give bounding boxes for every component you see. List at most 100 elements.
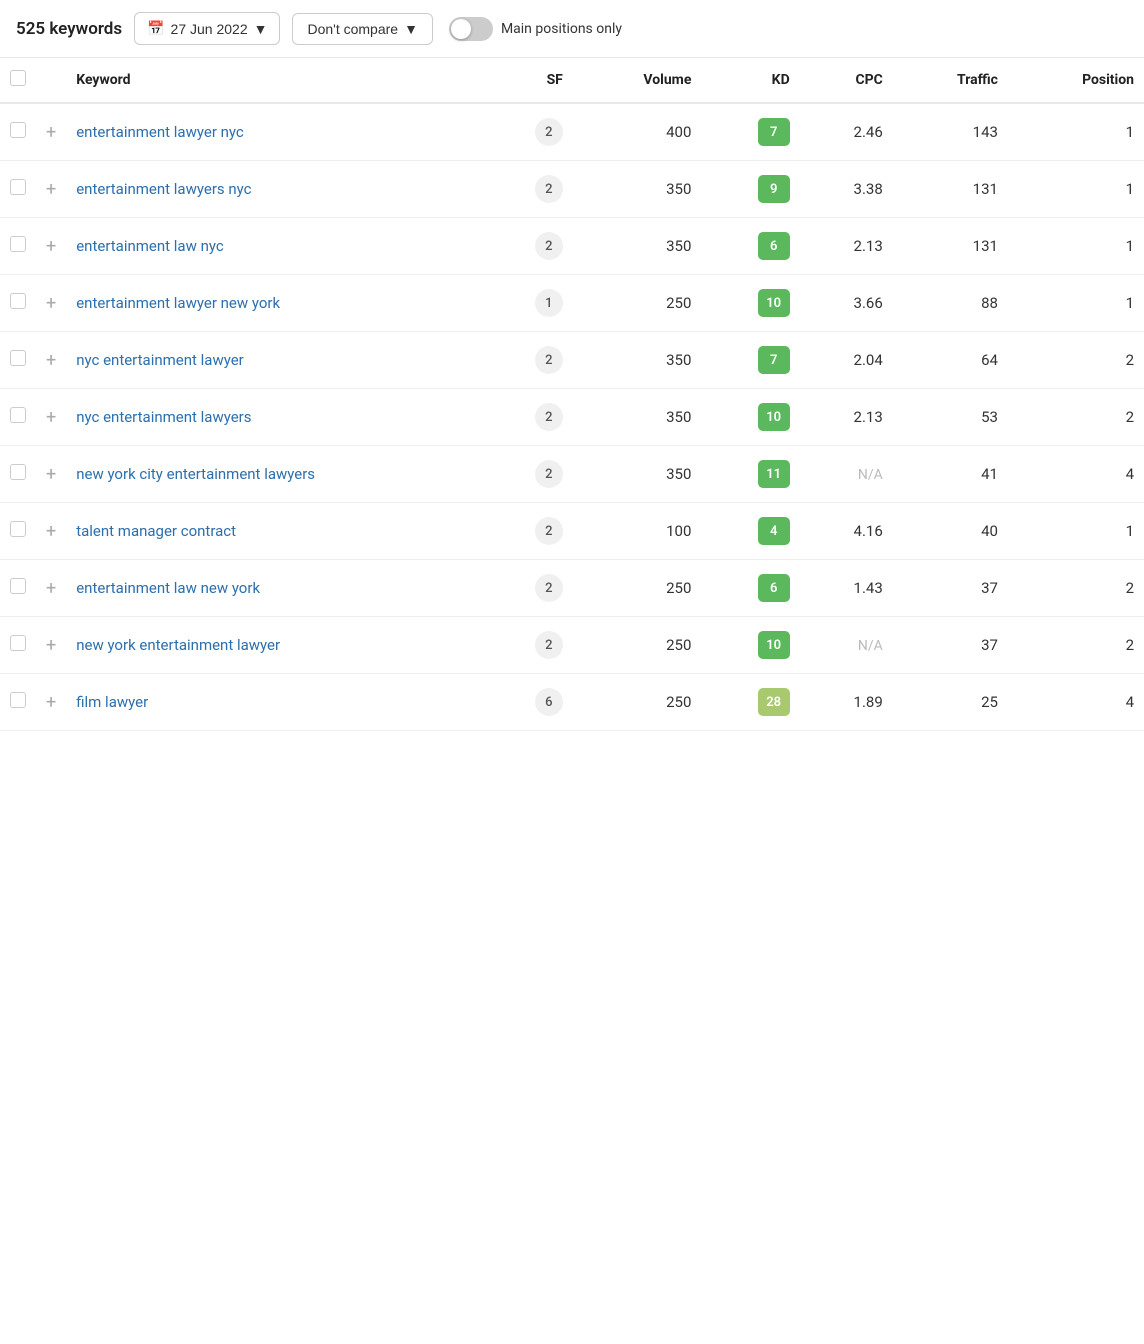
row-add-cell[interactable]: +	[36, 446, 66, 503]
row-add-cell[interactable]: +	[36, 275, 66, 332]
row-sf: 2	[482, 103, 573, 161]
row-volume: 350	[573, 332, 702, 389]
row-checkbox[interactable]	[10, 407, 26, 423]
main-positions-toggle-container: Main positions only	[449, 17, 622, 41]
row-sf: 2	[482, 503, 573, 560]
table-row: +nyc entertainment lawyer235072.04642	[0, 332, 1144, 389]
row-checkbox[interactable]	[10, 179, 26, 195]
row-checkbox[interactable]	[10, 293, 26, 309]
row-sf: 2	[482, 446, 573, 503]
row-keyword[interactable]: entertainment lawyers nyc	[66, 161, 482, 218]
row-position: 2	[1008, 332, 1144, 389]
row-checkbox[interactable]	[10, 122, 26, 138]
toggle-label: Main positions only	[501, 21, 622, 37]
table-row: +entertainment lawyers nyc235093.381311	[0, 161, 1144, 218]
header-kd[interactable]: KD	[701, 58, 799, 103]
date-dropdown-arrow: ▼	[254, 21, 268, 37]
row-checkbox[interactable]	[10, 350, 26, 366]
header-sf[interactable]: SF	[482, 58, 573, 103]
row-traffic: 37	[893, 560, 1008, 617]
row-keyword[interactable]: entertainment lawyer nyc	[66, 103, 482, 161]
row-keyword[interactable]: new york city entertainment lawyers	[66, 446, 482, 503]
row-traffic: 143	[893, 103, 1008, 161]
row-kd: 7	[701, 103, 799, 161]
row-keyword[interactable]: entertainment lawyer new york	[66, 275, 482, 332]
row-add-cell[interactable]: +	[36, 617, 66, 674]
row-keyword[interactable]: entertainment law nyc	[66, 218, 482, 275]
row-position: 2	[1008, 389, 1144, 446]
table-body: +entertainment lawyer nyc240072.461431+e…	[0, 103, 1144, 731]
row-checkbox[interactable]	[10, 692, 26, 708]
row-checkbox[interactable]	[10, 521, 26, 537]
row-traffic: 131	[893, 161, 1008, 218]
table-header: Keyword SF Volume KD CPC Traffic Positio…	[0, 58, 1144, 103]
compare-button[interactable]: Don't compare ▼	[292, 13, 432, 45]
row-sf: 2	[482, 218, 573, 275]
row-cpc: 2.13	[800, 218, 893, 275]
row-checkbox-cell	[0, 446, 36, 503]
header-keyword: Keyword	[66, 58, 482, 103]
row-add-cell[interactable]: +	[36, 389, 66, 446]
row-cpc: 3.66	[800, 275, 893, 332]
main-positions-toggle[interactable]	[449, 17, 493, 41]
row-traffic: 131	[893, 218, 1008, 275]
row-kd: 10	[701, 617, 799, 674]
row-checkbox[interactable]	[10, 464, 26, 480]
row-keyword[interactable]: new york entertainment lawyer	[66, 617, 482, 674]
row-volume: 250	[573, 674, 702, 731]
row-checkbox[interactable]	[10, 635, 26, 651]
row-keyword[interactable]: talent manager contract	[66, 503, 482, 560]
row-keyword[interactable]: entertainment law new york	[66, 560, 482, 617]
row-cpc: 1.89	[800, 674, 893, 731]
row-checkbox-cell	[0, 275, 36, 332]
row-sf: 2	[482, 617, 573, 674]
row-traffic: 88	[893, 275, 1008, 332]
row-add-cell[interactable]: +	[36, 161, 66, 218]
header-traffic[interactable]: Traffic	[893, 58, 1008, 103]
row-sf: 2	[482, 560, 573, 617]
header-position[interactable]: Position	[1008, 58, 1144, 103]
row-checkbox-cell	[0, 560, 36, 617]
row-add-cell[interactable]: +	[36, 503, 66, 560]
table-row: +entertainment law nyc235062.131311	[0, 218, 1144, 275]
row-traffic: 64	[893, 332, 1008, 389]
table-row: +film lawyer6250281.89254	[0, 674, 1144, 731]
header-check[interactable]	[0, 58, 36, 103]
row-checkbox-cell	[0, 218, 36, 275]
calendar-icon: 📅	[147, 20, 164, 37]
keywords-table: Keyword SF Volume KD CPC Traffic Positio…	[0, 58, 1144, 731]
row-kd: 6	[701, 560, 799, 617]
table-row: +talent manager contract210044.16401	[0, 503, 1144, 560]
row-checkbox[interactable]	[10, 236, 26, 252]
row-volume: 250	[573, 275, 702, 332]
row-sf: 2	[482, 161, 573, 218]
row-add-cell[interactable]: +	[36, 674, 66, 731]
row-keyword[interactable]: nyc entertainment lawyer	[66, 332, 482, 389]
header-cpc[interactable]: CPC	[800, 58, 893, 103]
row-cpc: N/A	[800, 446, 893, 503]
table-row: +entertainment law new york225061.43372	[0, 560, 1144, 617]
row-add-cell[interactable]: +	[36, 560, 66, 617]
row-sf: 1	[482, 275, 573, 332]
row-volume: 250	[573, 560, 702, 617]
date-picker-button[interactable]: 📅 27 Jun 2022 ▼	[134, 12, 280, 45]
row-checkbox-cell	[0, 617, 36, 674]
row-cpc: 2.04	[800, 332, 893, 389]
row-volume: 350	[573, 218, 702, 275]
row-checkbox-cell	[0, 332, 36, 389]
table-row: +nyc entertainment lawyers2350102.13532	[0, 389, 1144, 446]
table-row: +new york city entertainment lawyers2350…	[0, 446, 1144, 503]
row-add-cell[interactable]: +	[36, 103, 66, 161]
row-keyword[interactable]: nyc entertainment lawyers	[66, 389, 482, 446]
row-kd: 10	[701, 389, 799, 446]
row-keyword[interactable]: film lawyer	[66, 674, 482, 731]
header-volume[interactable]: Volume	[573, 58, 702, 103]
header-add	[36, 58, 66, 103]
row-add-cell[interactable]: +	[36, 218, 66, 275]
row-add-cell[interactable]: +	[36, 332, 66, 389]
row-checkbox-cell	[0, 674, 36, 731]
row-sf: 2	[482, 389, 573, 446]
row-kd: 28	[701, 674, 799, 731]
row-checkbox[interactable]	[10, 578, 26, 594]
select-all-checkbox[interactable]	[10, 70, 26, 86]
